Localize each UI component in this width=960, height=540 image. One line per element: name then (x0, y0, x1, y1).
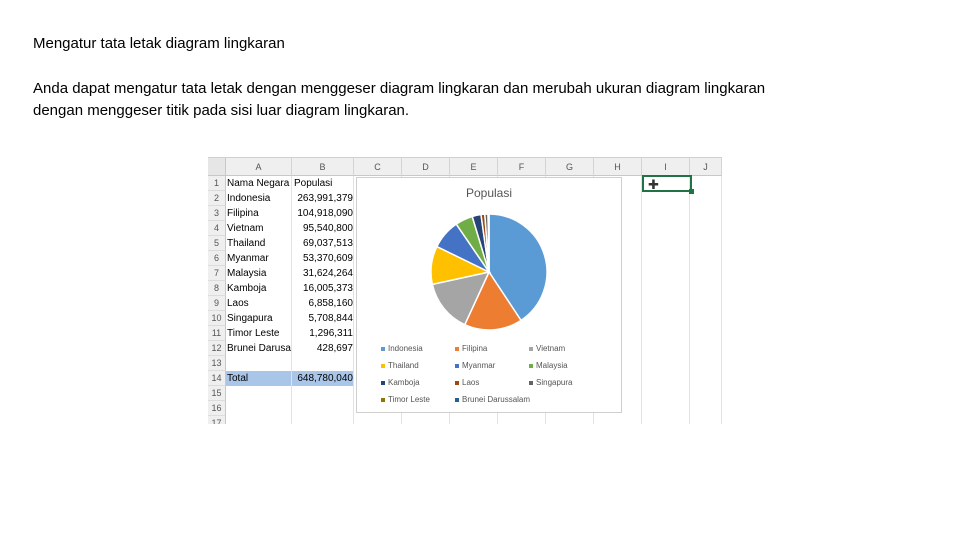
row-header-15[interactable]: 15 (208, 386, 226, 401)
cell-cursor-icon: ✚ (648, 177, 659, 192)
cell-country-name[interactable]: Thailand (227, 236, 291, 251)
row-header-4[interactable]: 4 (208, 221, 226, 236)
legend-item: Timor Leste (381, 395, 430, 404)
row-header-8[interactable]: 8 (208, 281, 226, 296)
legend-swatch (529, 363, 533, 368)
row-header-5[interactable]: 5 (208, 236, 226, 251)
pie-svg (430, 213, 548, 331)
cell-country-name[interactable]: Kamboja (227, 281, 291, 296)
legend-label: Filipina (462, 344, 488, 353)
cell-country-name[interactable]: Timor Leste (227, 326, 291, 341)
cell-population-value[interactable]: 104,918,090 (292, 206, 353, 221)
cell-country-name[interactable]: Laos (227, 296, 291, 311)
cell-population-value[interactable]: 263,991,379 (292, 191, 353, 206)
row-header-2[interactable]: 2 (208, 191, 226, 206)
legend-item: Myanmar (455, 361, 495, 370)
cell-header-value[interactable]: Populasi (294, 176, 354, 191)
row-header-6[interactable]: 6 (208, 251, 226, 266)
row-header-16[interactable]: 16 (208, 401, 226, 416)
cell-country-name[interactable]: Myanmar (227, 251, 291, 266)
legend-label: Brunei Darussalam (462, 395, 531, 404)
cell-population-value[interactable]: 1,296,311 (292, 326, 353, 341)
cell-total-label[interactable]: Total (227, 371, 291, 386)
column-header-c[interactable]: C (354, 158, 402, 176)
legend-swatch (455, 397, 459, 402)
row-header-12[interactable]: 12 (208, 341, 226, 356)
legend-swatch (529, 346, 533, 351)
cell-total-value[interactable]: 648,780,040 (292, 371, 353, 386)
slide-title: Mengatur tata letak diagram lingkaran (33, 35, 285, 52)
legend-swatch (381, 346, 385, 351)
legend-item: Brunei Darussalam (455, 395, 530, 404)
pie-chart: Populasi Indonesia Filipina Vietnam Thailan… (356, 177, 622, 413)
cell-country-name[interactable]: Vietnam (227, 221, 291, 236)
cell-country-name[interactable]: Filipina (227, 206, 291, 221)
grid-line (721, 176, 722, 424)
select-all-corner (208, 158, 226, 176)
column-header-g[interactable]: G (546, 158, 594, 176)
fill-handle[interactable] (689, 189, 694, 194)
legend-label: Thailand (388, 361, 419, 370)
cell-population-value[interactable]: 16,005,373 (292, 281, 353, 296)
legend-item: Filipina (455, 344, 487, 353)
legend-swatch (381, 380, 385, 385)
row-header-9[interactable]: 9 (208, 296, 226, 311)
legend-label: Timor Leste (388, 395, 430, 404)
column-header-b[interactable]: B (292, 158, 354, 176)
cell-country-name[interactable]: Indonesia (227, 191, 291, 206)
grid-line (641, 176, 642, 424)
legend-label: Kamboja (388, 378, 420, 387)
legend-item: Singapura (529, 378, 572, 387)
cell-country-name[interactable]: Malaysia (227, 266, 291, 281)
legend-label: Myanmar (462, 361, 496, 370)
row-header-7[interactable]: 7 (208, 266, 226, 281)
cell-population-value[interactable]: 428,697 (292, 341, 353, 356)
grid-line (353, 176, 354, 424)
cell-population-value[interactable]: 95,540,800 (292, 221, 353, 236)
legend-item: Malaysia (529, 361, 568, 370)
legend-item: Laos (455, 378, 479, 387)
legend-item: Kamboja (381, 378, 420, 387)
cell-country-name[interactable]: Singapura (227, 311, 291, 326)
column-header-j[interactable]: J (690, 158, 722, 176)
legend-item: Vietnam (529, 344, 565, 353)
legend-item: Indonesia (381, 344, 423, 353)
cell-population-value[interactable]: 5,708,844 (292, 311, 354, 326)
legend-item: Thailand (381, 361, 419, 370)
column-header-a[interactable]: A (226, 158, 292, 176)
column-header-e[interactable]: E (450, 158, 498, 176)
cell-population-value[interactable]: 69,037,513 (292, 236, 353, 251)
grid-line (689, 176, 690, 424)
cell-population-value[interactable]: 53,370,609 (292, 251, 353, 266)
cell-population-value[interactable]: 6,858,160 (292, 296, 354, 311)
row-header-10[interactable]: 10 (208, 311, 226, 326)
row-header-13[interactable]: 13 (208, 356, 226, 371)
legend-label: Singapura (536, 378, 573, 387)
legend-label: Indonesia (388, 344, 423, 353)
legend-swatch (455, 363, 459, 368)
column-header-h[interactable]: H (594, 158, 642, 176)
legend-label: Malaysia (536, 361, 568, 370)
legend-swatch (455, 346, 459, 351)
column-header-f[interactable]: F (498, 158, 546, 176)
legend-swatch (381, 397, 385, 402)
row-header-11[interactable]: 11 (208, 326, 226, 341)
cell-header-name[interactable]: Nama Negara (227, 176, 291, 191)
column-header-i[interactable]: I (642, 158, 690, 176)
row-header-14[interactable]: 14 (208, 371, 226, 386)
legend-swatch (529, 380, 533, 385)
legend-label: Laos (462, 378, 480, 387)
legend-swatch (455, 380, 459, 385)
row-header-1[interactable]: 1 (208, 176, 226, 191)
legend-swatch (381, 363, 385, 368)
cell-country-name[interactable]: Brunei Darusalam (227, 341, 291, 356)
cell-population-value[interactable]: 31,624,264 (292, 266, 353, 281)
slide-body-text: Anda dapat mengatur tata letak dengan me… (33, 80, 766, 119)
row-header-3[interactable]: 3 (208, 206, 226, 221)
column-header-d[interactable]: D (402, 158, 450, 176)
legend-label: Vietnam (536, 344, 566, 353)
row-header-17[interactable]: 17 (208, 416, 226, 424)
